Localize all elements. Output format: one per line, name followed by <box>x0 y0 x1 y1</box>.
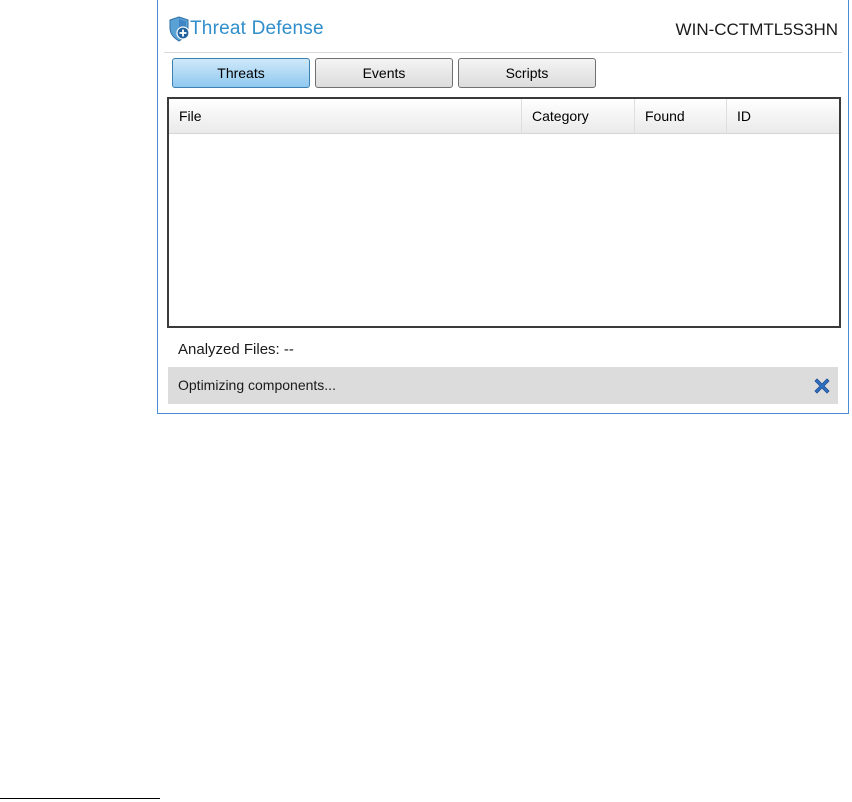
status-text: Optimizing components... <box>178 377 336 393</box>
app-title: Threat Defense <box>190 18 324 39</box>
shield-icon <box>168 16 190 42</box>
column-header-category[interactable]: Category <box>522 99 635 133</box>
status-bar: Optimizing components... <box>168 367 838 404</box>
title-bar: Threat Defense WIN-CCTMTL5S3HN <box>168 10 838 46</box>
table-header: File Category Found ID <box>169 99 839 134</box>
footnote-rule <box>0 798 160 799</box>
threats-table[interactable]: File Category Found ID <box>167 97 841 328</box>
tab-events[interactable]: Events <box>315 58 453 88</box>
hostname-label: WIN-CCTMTL5S3HN <box>675 20 838 39</box>
threat-defense-window: Threat Defense WIN-CCTMTL5S3HN Threats E… <box>157 0 849 414</box>
column-header-file[interactable]: File <box>169 99 522 133</box>
tab-threats[interactable]: Threats <box>172 58 310 88</box>
title-separator <box>164 52 842 53</box>
column-header-found[interactable]: Found <box>635 99 727 133</box>
column-header-id[interactable]: ID <box>727 99 839 133</box>
analyzed-files-label: Analyzed Files: -- <box>178 341 294 358</box>
close-icon[interactable] <box>812 376 832 396</box>
tab-scripts[interactable]: Scripts <box>458 58 596 88</box>
